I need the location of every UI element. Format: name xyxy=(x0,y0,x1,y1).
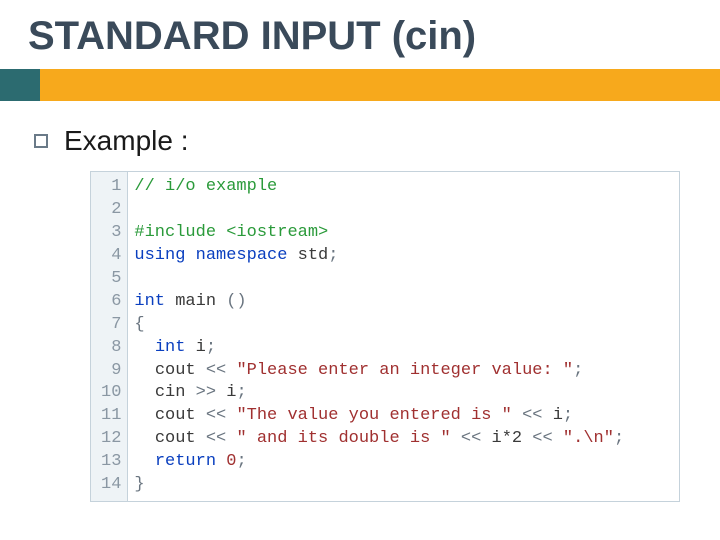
bullet-square-icon xyxy=(34,134,48,148)
punct: { xyxy=(134,315,144,334)
lineno: 4 xyxy=(101,245,121,268)
lineno: 12 xyxy=(101,428,121,451)
code-line: cin >> i; xyxy=(134,382,671,405)
lineno: 2 xyxy=(101,199,121,222)
punct: ; xyxy=(206,338,216,357)
indent xyxy=(134,429,154,448)
operator: << xyxy=(512,406,553,425)
code-line: int main () xyxy=(134,291,671,314)
punct: ; xyxy=(614,429,624,448)
operator: << xyxy=(196,406,237,425)
code-line: int i; xyxy=(134,337,671,360)
identifier: std xyxy=(298,246,329,265)
indent xyxy=(134,383,154,402)
operator: << xyxy=(522,429,563,448)
lineno: 3 xyxy=(101,222,121,245)
operator: << xyxy=(196,429,237,448)
lineno: 5 xyxy=(101,268,121,291)
string: ".\n" xyxy=(563,429,614,448)
code-block: 1 2 3 4 5 6 7 8 9 10 11 12 13 14 // i/o … xyxy=(90,171,680,502)
punct: ; xyxy=(573,361,583,380)
line-number-gutter: 1 2 3 4 5 6 7 8 9 10 11 12 13 14 xyxy=(91,172,128,501)
identifier: cin xyxy=(155,383,186,402)
expression: i*2 xyxy=(492,429,523,448)
code-line xyxy=(134,268,671,291)
code-line: cout << "The value you entered is " << i… xyxy=(134,405,671,428)
identifier: i xyxy=(553,406,563,425)
type: int xyxy=(155,338,186,357)
indent xyxy=(134,452,154,471)
punct: } xyxy=(134,475,144,494)
code-line xyxy=(134,199,671,222)
indent xyxy=(134,406,154,425)
lineno: 9 xyxy=(101,360,121,383)
punct: ; xyxy=(328,246,338,265)
space xyxy=(216,452,226,471)
identifier: main xyxy=(175,292,216,311)
bullet-text: Example : xyxy=(64,125,189,157)
identifier: cout xyxy=(155,361,196,380)
bullet-row: Example : xyxy=(0,101,720,165)
lineno: 13 xyxy=(101,451,121,474)
punct: ; xyxy=(236,452,246,471)
keyword: return xyxy=(155,452,216,471)
punct: ; xyxy=(563,406,573,425)
lineno: 10 xyxy=(101,382,121,405)
code-line: } xyxy=(134,474,671,497)
code-line: cout << "Please enter an integer value: … xyxy=(134,360,671,383)
lineno: 8 xyxy=(101,337,121,360)
keyword: using xyxy=(134,246,185,265)
string: "Please enter an integer value: " xyxy=(236,361,573,380)
string: "The value you entered is " xyxy=(236,406,511,425)
comment: // i/o example xyxy=(134,177,277,196)
preprocessor: <iostream> xyxy=(216,223,328,242)
code-line: using namespace std; xyxy=(134,245,671,268)
indent xyxy=(134,361,154,380)
type: int xyxy=(134,292,165,311)
identifier: cout xyxy=(155,429,196,448)
lineno: 1 xyxy=(101,176,121,199)
preprocessor: #include xyxy=(134,223,216,242)
code-line: return 0; xyxy=(134,451,671,474)
slide-title: STANDARD INPUT (cin) xyxy=(0,0,720,69)
indent xyxy=(134,338,154,357)
string: " and its double is " xyxy=(236,429,450,448)
identifier: i xyxy=(226,383,236,402)
ruler-orange xyxy=(40,69,720,101)
identifier: i xyxy=(196,338,206,357)
code-line: { xyxy=(134,314,671,337)
code-line: #include <iostream> xyxy=(134,222,671,245)
code-line: // i/o example xyxy=(134,176,671,199)
keyword: namespace xyxy=(196,246,288,265)
lineno: 7 xyxy=(101,314,121,337)
lineno: 11 xyxy=(101,405,121,428)
operator: << xyxy=(196,361,237,380)
accent-ruler xyxy=(0,69,720,101)
identifier: cout xyxy=(155,406,196,425)
punct: ; xyxy=(236,383,246,402)
ruler-teal xyxy=(0,69,40,101)
lineno: 14 xyxy=(101,474,121,497)
punct: () xyxy=(216,292,247,311)
source-code: // i/o example #include <iostream>using … xyxy=(128,172,679,501)
code-line: cout << " and its double is " << i*2 << … xyxy=(134,428,671,451)
operator: >> xyxy=(185,383,226,402)
number: 0 xyxy=(226,452,236,471)
operator: << xyxy=(451,429,492,448)
lineno: 6 xyxy=(101,291,121,314)
